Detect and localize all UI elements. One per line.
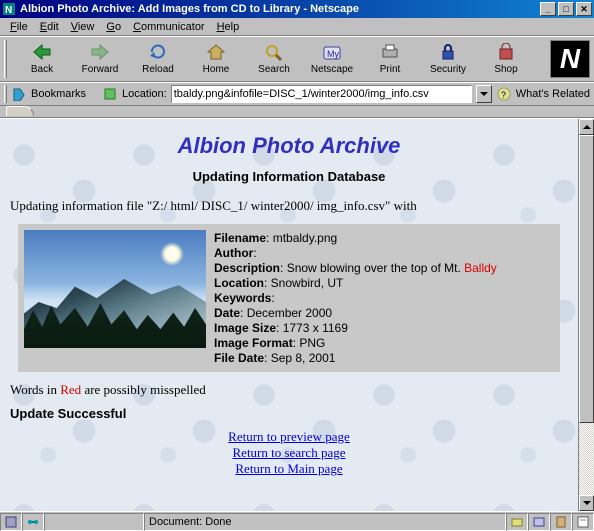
minimize-button[interactable]: _ bbox=[540, 2, 556, 16]
locbar-handle[interactable] bbox=[4, 85, 7, 103]
bookmarks-label[interactable]: Bookmarks bbox=[31, 88, 86, 100]
scroll-thumb[interactable] bbox=[579, 135, 594, 423]
size-value: 1773 x 1169 bbox=[283, 321, 348, 335]
reload-icon bbox=[147, 41, 169, 63]
statusbar: Document: Done bbox=[0, 511, 594, 531]
filedate-label: File Date bbox=[214, 351, 264, 365]
update-success: Update Successful bbox=[10, 406, 568, 421]
page-title: Albion Photo Archive bbox=[10, 133, 568, 159]
misspell-note: Words in Red are possibly misspelled bbox=[10, 382, 568, 398]
location-value: Snowbird, UT bbox=[271, 276, 344, 290]
status-component-composer-icon[interactable] bbox=[572, 513, 594, 531]
image-fields: Filename: mtbaldy.png Author: Descriptio… bbox=[214, 230, 554, 366]
keywords-label: Keywords bbox=[214, 291, 271, 305]
filedate-value: Sep 8, 2001 bbox=[271, 351, 336, 365]
menu-file[interactable]: File bbox=[4, 20, 34, 34]
forward-button[interactable]: Forward bbox=[71, 39, 129, 79]
close-button[interactable]: ✕ bbox=[576, 2, 592, 16]
status-component-mail-icon[interactable] bbox=[506, 513, 528, 531]
menubar: File Edit View Go Communicator Help bbox=[0, 18, 594, 36]
image-thumbnail bbox=[24, 230, 206, 348]
date-label: Date bbox=[214, 306, 240, 320]
home-icon bbox=[205, 41, 227, 63]
image-info-box: Filename: mtbaldy.png Author: Descriptio… bbox=[18, 224, 560, 372]
menu-view[interactable]: View bbox=[65, 20, 101, 34]
back-icon bbox=[31, 41, 53, 63]
svg-text:My: My bbox=[327, 49, 339, 59]
description-misspell: Balldy bbox=[464, 261, 497, 275]
link-search[interactable]: Return to search page bbox=[10, 445, 568, 461]
status-component-addressbook-icon[interactable] bbox=[550, 513, 572, 531]
netscape-icon: My bbox=[321, 41, 343, 63]
status-security-icon[interactable] bbox=[0, 513, 22, 531]
vertical-scrollbar[interactable] bbox=[578, 119, 594, 511]
netscape-button[interactable]: My Netscape bbox=[303, 39, 361, 79]
page-content: Albion Photo Archive Updating Informatio… bbox=[0, 119, 578, 511]
reload-button[interactable]: Reload bbox=[129, 39, 187, 79]
netscape-throbber[interactable]: N bbox=[550, 40, 590, 78]
content-tab[interactable] bbox=[6, 106, 34, 116]
menu-communicator[interactable]: Communicator bbox=[127, 20, 211, 34]
status-component-news-icon[interactable] bbox=[528, 513, 550, 531]
forward-icon bbox=[89, 41, 111, 63]
date-value: December 2000 bbox=[247, 306, 332, 320]
svg-text:?: ? bbox=[501, 90, 506, 100]
link-main[interactable]: Return to Main page bbox=[10, 461, 568, 477]
menu-help[interactable]: Help bbox=[211, 20, 246, 34]
format-value: PNG bbox=[299, 336, 325, 350]
menu-go[interactable]: Go bbox=[100, 20, 127, 34]
filename-value: mtbaldy.png bbox=[273, 231, 337, 245]
toolbar: Back Forward Reload Home Search My Netsc… bbox=[0, 36, 594, 82]
status-progress bbox=[44, 513, 144, 531]
security-button[interactable]: Security bbox=[419, 39, 477, 79]
whats-related-label[interactable]: What's Related bbox=[516, 88, 590, 100]
shop-icon bbox=[495, 41, 517, 63]
search-icon bbox=[263, 41, 285, 63]
filename-label: Filename bbox=[214, 231, 266, 245]
window-title: Albion Photo Archive: Add Images from CD… bbox=[20, 3, 540, 15]
maximize-button[interactable]: □ bbox=[558, 2, 574, 16]
toolbar-handle[interactable] bbox=[4, 40, 7, 78]
page-subtitle: Updating Information Database bbox=[10, 169, 568, 184]
url-dropdown-button[interactable] bbox=[476, 85, 492, 103]
link-preview[interactable]: Return to preview page bbox=[10, 429, 568, 445]
home-button[interactable]: Home bbox=[187, 39, 245, 79]
status-online-icon[interactable] bbox=[22, 513, 44, 531]
scroll-up-button[interactable] bbox=[579, 119, 594, 135]
nav-links: Return to preview page Return to search … bbox=[10, 429, 568, 477]
scroll-down-button[interactable] bbox=[579, 495, 594, 511]
scroll-track[interactable] bbox=[579, 135, 594, 495]
location-label: Location: bbox=[122, 88, 167, 100]
tabstrip bbox=[0, 106, 594, 118]
print-icon bbox=[379, 41, 401, 63]
svg-text:N: N bbox=[5, 5, 12, 15]
search-button[interactable]: Search bbox=[245, 39, 303, 79]
author-label: Author bbox=[214, 246, 253, 260]
size-label: Image Size bbox=[214, 321, 276, 335]
location-bar: Bookmarks Location: ? What's Related bbox=[0, 82, 594, 106]
titlebar: N Albion Photo Archive: Add Images from … bbox=[0, 0, 594, 18]
whats-related-icon[interactable]: ? bbox=[496, 86, 512, 102]
bookmarks-icon[interactable] bbox=[11, 86, 27, 102]
netscape-window-icon: N bbox=[2, 2, 16, 16]
location-drag-icon[interactable] bbox=[102, 86, 118, 102]
menu-edit[interactable]: Edit bbox=[34, 20, 65, 34]
location-field-label: Location bbox=[214, 276, 264, 290]
format-label: Image Format bbox=[214, 336, 293, 350]
status-text: Document: Done bbox=[144, 513, 506, 531]
description-label: Description bbox=[214, 261, 280, 275]
shop-button[interactable]: Shop bbox=[477, 39, 535, 79]
print-button[interactable]: Print bbox=[361, 39, 419, 79]
back-button[interactable]: Back bbox=[13, 39, 71, 79]
description-value: Snow blowing over the top of Mt. bbox=[287, 261, 464, 275]
url-input[interactable] bbox=[171, 85, 472, 103]
lock-icon bbox=[437, 41, 459, 63]
updating-text: Updating information file "Z:/ html/ DIS… bbox=[10, 198, 568, 214]
